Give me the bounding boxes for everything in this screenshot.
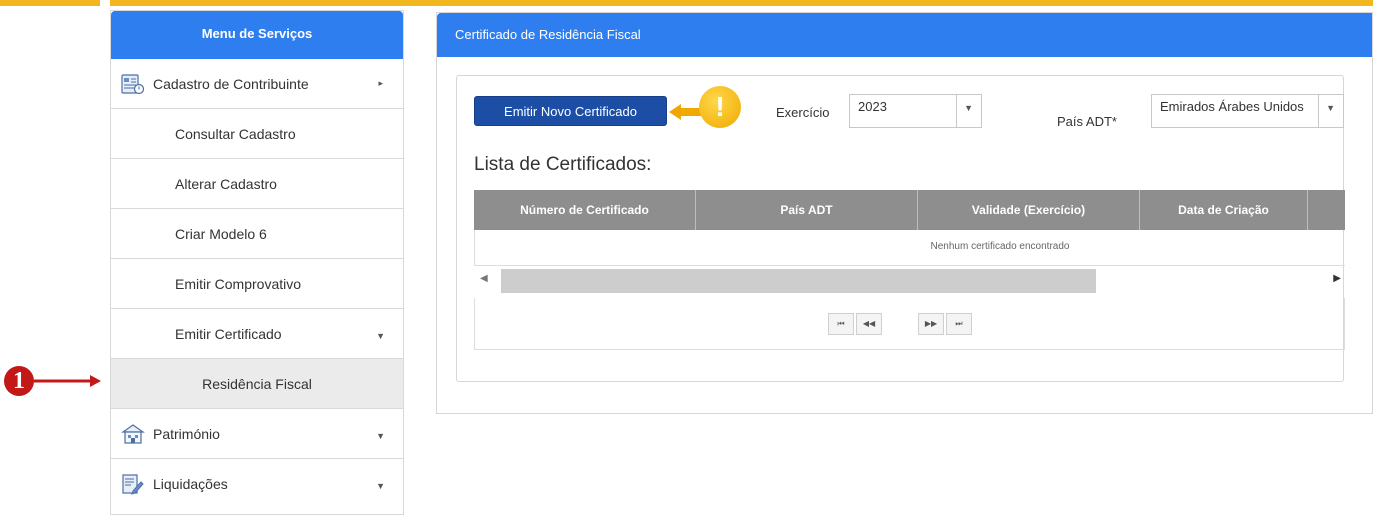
sidebar-item-residencia-fiscal[interactable]: Residência Fiscal [111,359,403,409]
column-header[interactable]: Data de Criação [1140,190,1308,230]
certificate-form: Emitir Novo Certificado ! Exercício 2023… [456,75,1345,382]
pais-adt-value: Emirados Árabes Unidos [1160,99,1304,114]
empty-message: Nenhum certificado encontrado [474,230,1345,266]
chevron-down-icon: ▼ [376,431,385,441]
document-edit-icon [121,472,145,496]
exercicio-value: 2023 [858,99,887,114]
pagination: ⏮ ◀◀ ▶▶ ⏭ [474,298,1345,350]
previous-page-button[interactable]: ◀◀ [856,313,882,335]
sidebar-item-label: Emitir Comprovativo [175,275,302,292]
chevron-down-icon: ▼ [376,481,385,491]
select-divider [1318,95,1319,127]
warning-icon: ! [699,86,741,128]
chevron-down-icon: ▼ [376,331,385,341]
services-menu: Menu de Serviços Cadastro de Contribuint… [110,10,404,515]
certificate-panel: Certificado de Residência Fiscal Emitir … [436,12,1373,414]
column-header[interactable]: Validade (Exercício) [918,190,1140,230]
sidebar-item-consultar-cadastro[interactable]: Consultar Cadastro [111,109,403,159]
scroll-left-icon[interactable]: ◀ [480,273,488,284]
column-header[interactable]: Número de Certificado [474,190,696,230]
sidebar-item-liquidacoes[interactable]: Liquidações ▼ [111,459,403,509]
certificates-list-title: Lista de Certificados: [474,154,652,175]
table-header: Número de Certificado País ADT Validade … [474,190,1345,230]
column-header-extra [1308,190,1345,230]
scroll-right-icon[interactable]: ▶ [1333,273,1341,284]
sidebar-item-label: Consultar Cadastro [175,125,296,142]
certificates-table: Número de Certificado País ADT Validade … [474,190,1345,296]
top-accent-gap [100,0,110,6]
sidebar-item-label: Património [153,425,220,442]
chevron-right-icon: ▸ [378,78,383,88]
sidebar-item-label: Residência Fiscal [202,375,312,392]
panel-title: Certificado de Residência Fiscal [437,13,1372,57]
select-divider [956,95,957,127]
emit-new-certificate-button[interactable]: Emitir Novo Certificado [474,96,667,126]
sidebar-item-label: Criar Modelo 6 [175,225,267,242]
top-accent-bar [0,0,1373,6]
exercicio-label: Exercício [776,105,830,120]
sidebar-item-label: Liquidações [153,476,228,492]
pais-adt-select[interactable]: Emirados Árabes Unidos ▼ [1151,94,1344,128]
registry-icon [121,72,145,96]
sidebar-item-alterar-cadastro[interactable]: Alterar Cadastro [111,159,403,209]
horizontal-scrollbar[interactable]: ◀ ▶ [474,266,1345,296]
exercicio-select[interactable]: 2023 ▼ [849,94,982,128]
services-menu-title: Menu de Serviços [111,11,403,59]
building-icon [121,422,145,446]
sidebar-item-criar-modelo-6[interactable]: Criar Modelo 6 [111,209,403,259]
pais-adt-label: País ADT* [1057,114,1117,129]
arrow-right-icon [34,375,101,387]
last-page-button[interactable]: ⏭ [946,313,972,335]
step-marker: 1 [4,366,34,396]
column-header[interactable]: País ADT [696,190,918,230]
sidebar-item-emitir-certificado[interactable]: Emitir Certificado ▼ [111,309,403,359]
scroll-thumb[interactable] [501,269,1096,293]
sidebar-item-patrimonio[interactable]: Património ▼ [111,409,403,459]
sidebar-item-label: Cadastro de Contribuinte [153,75,309,92]
sidebar-item-label: Alterar Cadastro [175,175,277,192]
sidebar-item-emitir-comprovativo[interactable]: Emitir Comprovativo [111,259,403,309]
sidebar-item-cadastro-contribuinte[interactable]: Cadastro de Contribuinte ▸ [111,59,403,109]
first-page-button[interactable]: ⏮ [828,313,854,335]
chevron-down-icon: ▼ [1326,103,1335,113]
sidebar-item-label: Emitir Certificado [175,325,282,342]
chevron-down-icon: ▼ [964,103,973,113]
next-page-button[interactable]: ▶▶ [918,313,944,335]
